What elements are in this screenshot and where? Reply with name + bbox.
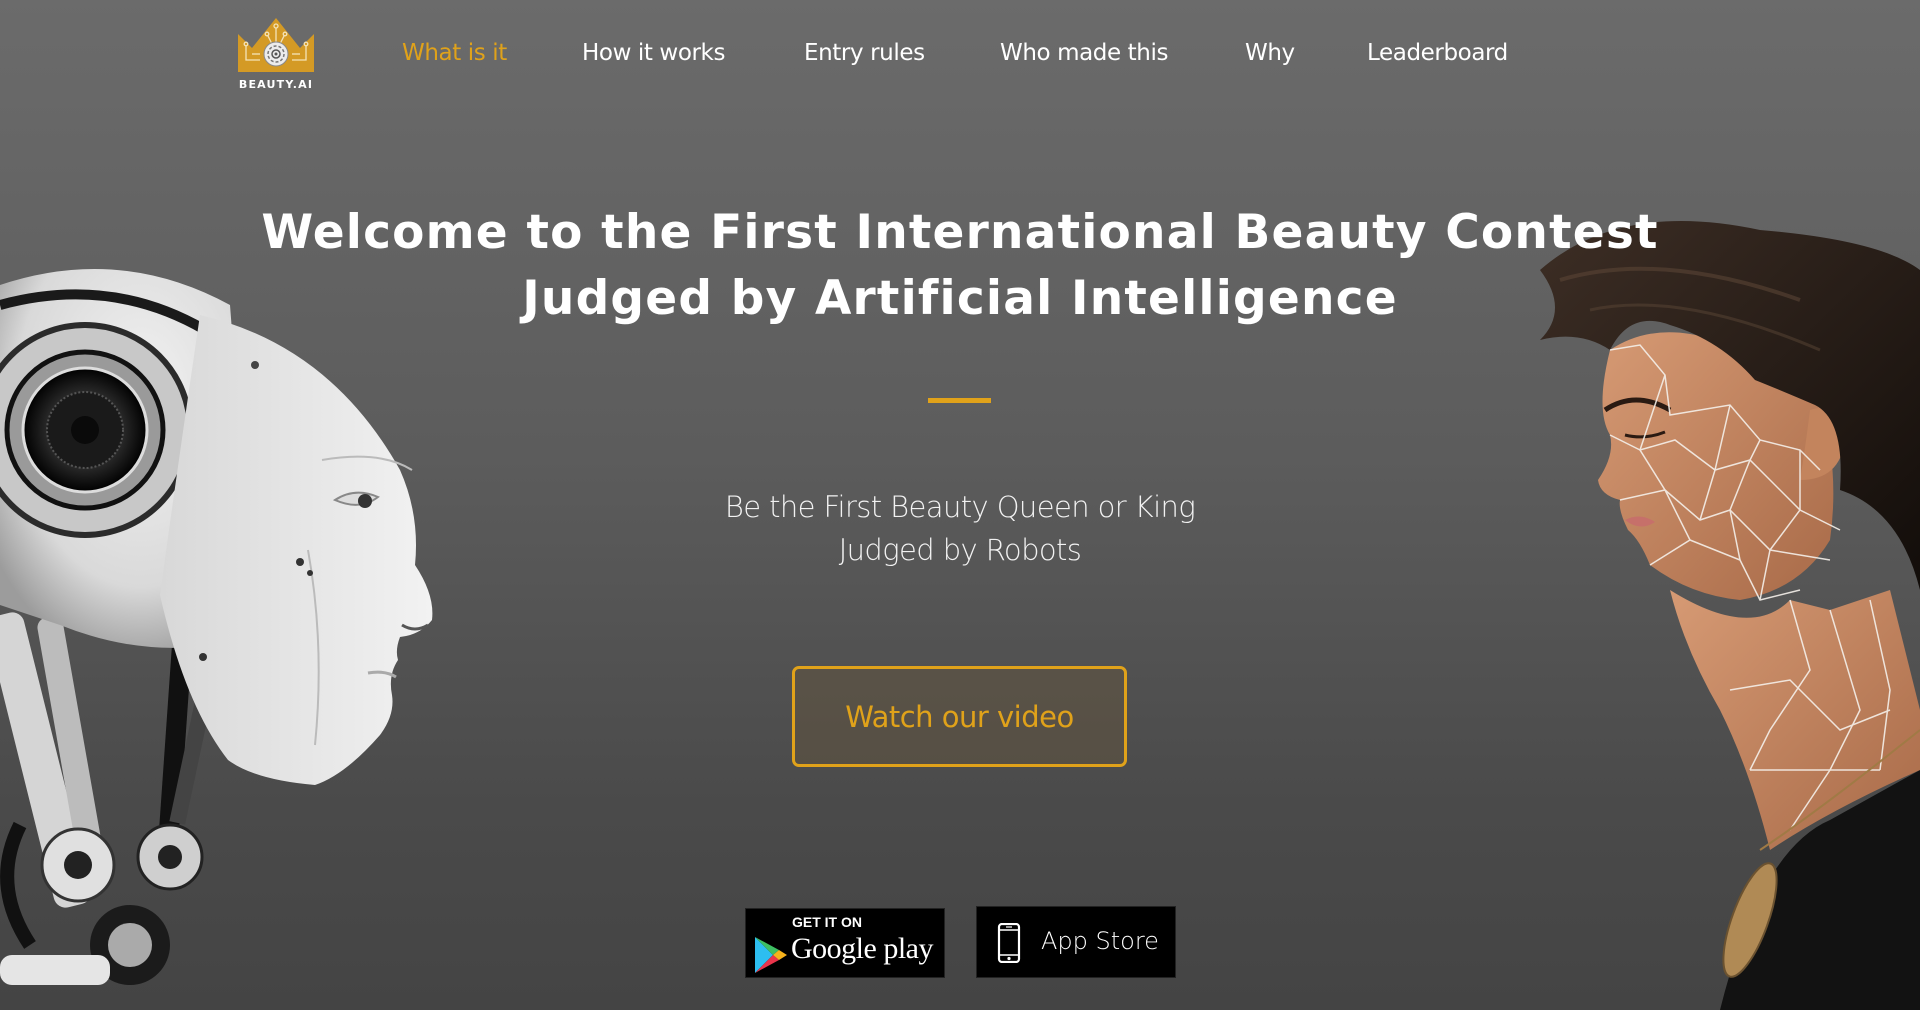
smartphone-icon	[997, 923, 1021, 963]
watch-video-button[interactable]: Watch our video	[792, 666, 1127, 767]
brand-name: BEAUTY.AI	[238, 78, 314, 91]
hero-title-line-2: Judged by Artificial Intelligence	[522, 271, 1398, 326]
nav-leaderboard[interactable]: Leaderboard	[1367, 40, 1508, 66]
hero-divider	[928, 398, 991, 403]
nav-why[interactable]: Why	[1245, 40, 1295, 66]
hero-title-line-1: Welcome to the First International Beaut…	[261, 205, 1659, 260]
brand-logo[interactable]: BEAUTY.AI	[236, 14, 316, 94]
nav-who-made-this[interactable]: Who made this	[1000, 40, 1168, 66]
hero-subtitle: Be the First Beauty Queen or King Judged…	[560, 486, 1360, 572]
hero-subtitle-line-2: Judged by Robots	[838, 533, 1082, 567]
hero-subtitle-line-1: Be the First Beauty Queen or King	[724, 490, 1196, 524]
google-play-icon	[755, 937, 787, 973]
nav-what-is-it[interactable]: What is it	[402, 40, 507, 66]
hero-title: Welcome to the First International Beaut…	[260, 200, 1660, 332]
google-play-name: Google play	[791, 932, 933, 965]
crown-icon	[238, 18, 314, 72]
app-store-badge[interactable]: App Store	[976, 906, 1176, 978]
google-play-top-text: GET IT ON	[792, 914, 862, 930]
robot-head-image	[0, 269, 433, 985]
nav-entry-rules[interactable]: Entry rules	[804, 40, 925, 66]
google-play-badge[interactable]: GET IT ON Google play	[745, 908, 945, 978]
nav-how-it-works[interactable]: How it works	[582, 40, 725, 66]
app-store-name: App Store	[1041, 927, 1159, 955]
